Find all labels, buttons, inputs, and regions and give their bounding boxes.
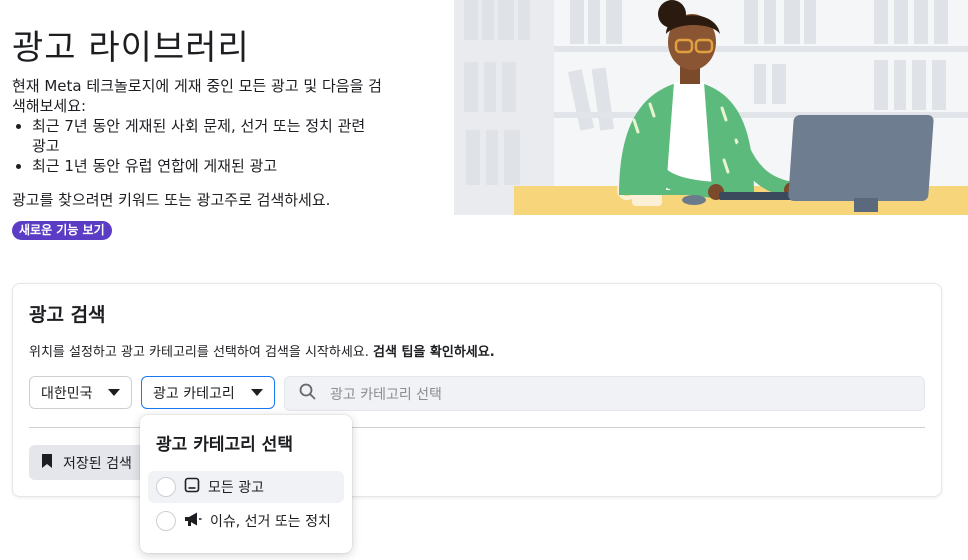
bullet-list: 최근 7년 동안 게재된 사회 문제, 선거 또는 정치 관련 광고 최근 1년…: [12, 116, 382, 176]
megaphone-icon: [184, 511, 202, 531]
new-features-badge[interactable]: 새로운 기능 보기: [12, 221, 112, 240]
radio-button[interactable]: [156, 477, 176, 497]
description-text: 위치를 설정하고 광고 카테고리를 선택하여 검색을 시작하세요.: [29, 345, 369, 360]
caret-down-icon: [108, 389, 120, 396]
radio-button[interactable]: [156, 511, 176, 531]
option-label: 이슈, 선거 또는 정치: [210, 514, 331, 530]
hero-illustration: [454, 0, 968, 215]
search-panel-description: 위치를 설정하고 광고 카테고리를 선택하여 검색을 시작하세요. 검색 팁을 …: [29, 341, 495, 360]
hero-description: 현재 Meta 테크놀로지에 게재 중인 모든 광고 및 다음을 검색해보세요:…: [12, 76, 382, 210]
saved-searches-label: 저장된 검색: [63, 455, 132, 472]
bullet-eu-ads: 최근 1년 동안 유럽 연합에 게재된 광고: [32, 156, 382, 176]
option-label: 모든 광고: [208, 480, 264, 496]
search-icon: [299, 383, 316, 404]
country-select[interactable]: 대한민국: [29, 376, 132, 409]
saved-searches-button[interactable]: 저장된 검색: [29, 445, 151, 480]
search-panel-title: 광고 검색: [29, 304, 106, 326]
search-hint: 광고를 찾으려면 키워드 또는 광고주로 검색하세요.: [12, 191, 331, 209]
dropdown-title: 광고 카테고리 선택: [156, 435, 293, 455]
search-placeholder: 광고 카테고리 선택: [330, 386, 442, 403]
search-tips-link[interactable]: 검색 팁을 확인하세요.: [373, 345, 495, 360]
ad-category-dropdown: 광고 카테고리 선택 모든 광고 이슈, 선거 또는 정치: [140, 415, 352, 553]
bullet-political-ads: 최근 7년 동안 게재된 사회 문제, 선거 또는 정치 관련 광고: [32, 116, 382, 156]
country-select-value: 대한민국: [41, 385, 93, 402]
category-select-value: 광고 카테고리: [153, 385, 235, 402]
option-political-ads[interactable]: 이슈, 선거 또는 정치: [148, 505, 344, 537]
tablet-icon: [184, 477, 200, 497]
intro-text: 현재 Meta 테크놀로지에 게재 중인 모든 광고 및 다음을 검색해보세요:: [12, 77, 382, 115]
option-all-ads[interactable]: 모든 광고: [148, 471, 344, 503]
bookmark-icon: [41, 453, 53, 473]
ad-category-select[interactable]: 광고 카테고리: [141, 376, 275, 409]
search-input[interactable]: 광고 카테고리 선택: [284, 376, 925, 411]
caret-down-icon: [251, 389, 263, 396]
page-title: 광고 라이브러리: [12, 28, 250, 68]
